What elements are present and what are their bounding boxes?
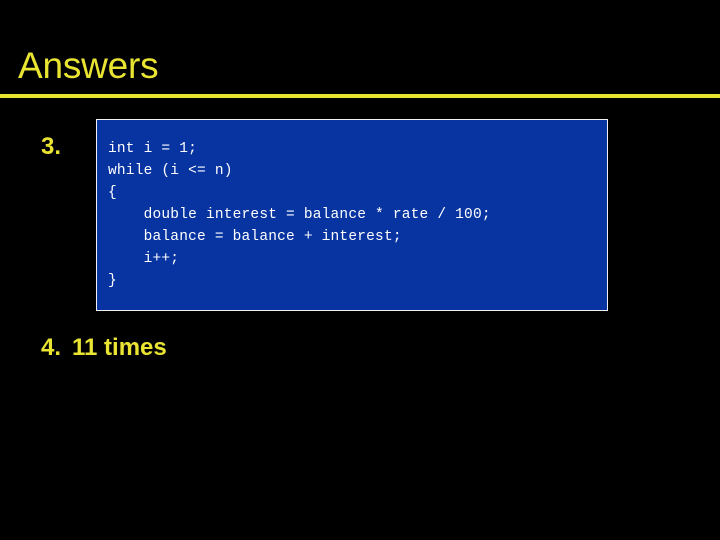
- code-line: int i = 1;: [108, 141, 198, 157]
- code-block: int i = 1; while (i <= n) { double inter…: [96, 119, 608, 311]
- page-title: Answers: [18, 45, 159, 86]
- answer-item-3-number: 3.: [41, 133, 62, 160]
- code-line: while (i <= n): [108, 163, 233, 179]
- slide: Answers 3. int i = 1; while (i <= n) { d…: [0, 0, 720, 540]
- answer-item-4-number: 4.: [41, 334, 62, 361]
- code-line: i++;: [108, 251, 180, 267]
- answer-item-4: 4. 11 times: [41, 333, 167, 363]
- code-line: {: [108, 185, 117, 201]
- code-line: }: [108, 273, 117, 289]
- code-block-content: int i = 1; while (i <= n) { double inter…: [97, 120, 607, 292]
- code-line: double interest = balance * rate / 100;: [108, 207, 491, 223]
- title-divider: [0, 94, 720, 98]
- code-line: balance = balance + interest;: [108, 229, 402, 245]
- answer-item-4-label: 11 times: [72, 334, 167, 361]
